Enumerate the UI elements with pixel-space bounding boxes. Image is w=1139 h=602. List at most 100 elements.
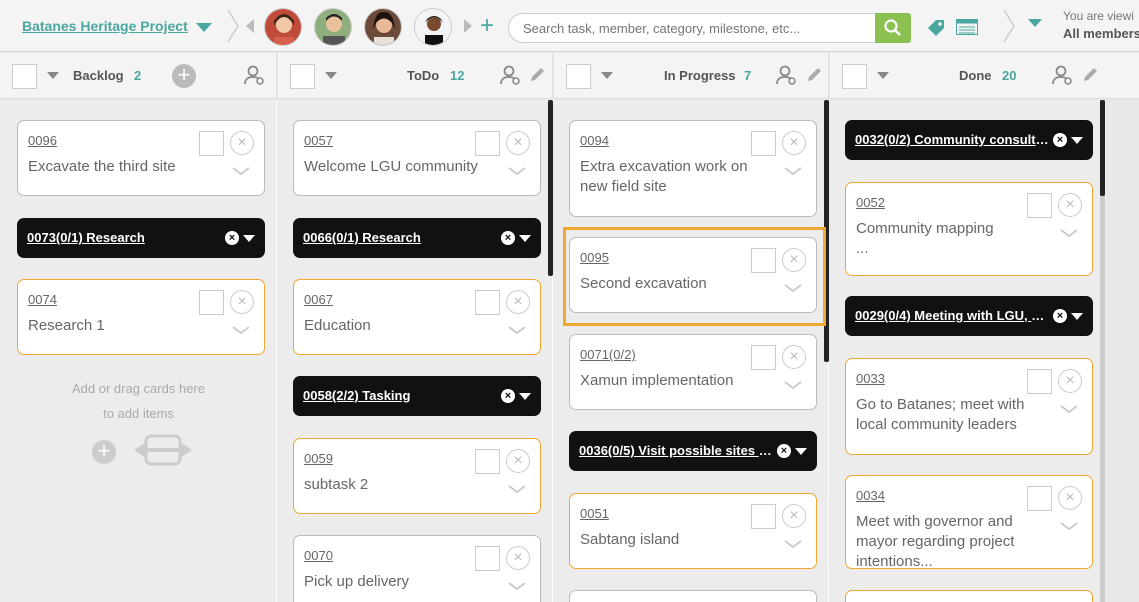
assign-user-icon[interactable] — [244, 64, 266, 91]
task-id-link[interactable]: 0057 — [304, 133, 333, 148]
task-card[interactable]: 0059 subtask 2 × — [293, 438, 541, 514]
project-title-link[interactable]: Batanes Heritage Project — [22, 18, 188, 34]
select-all-checkbox[interactable] — [290, 64, 315, 89]
column-menu-caret-icon[interactable] — [47, 72, 59, 79]
task-checkbox[interactable] — [751, 345, 776, 370]
chevron-down-icon[interactable] — [508, 481, 526, 499]
task-id-link[interactable]: 0071(0/2) — [580, 347, 636, 362]
remove-group-icon[interactable]: × — [777, 444, 791, 458]
edit-pencil-icon[interactable] — [528, 66, 546, 89]
task-card[interactable] — [569, 590, 817, 602]
members-scroll-right-icon[interactable] — [464, 19, 472, 33]
remove-card-icon[interactable]: × — [1058, 369, 1082, 393]
chevron-down-icon[interactable] — [232, 163, 250, 181]
remove-card-icon[interactable]: × — [506, 546, 530, 570]
chevron-down-icon[interactable] — [784, 163, 802, 181]
task-id-link[interactable]: 0051 — [580, 506, 609, 521]
column-scrollbar[interactable] — [1100, 100, 1105, 196]
task-checkbox[interactable] — [751, 504, 776, 529]
group-expand-caret-icon[interactable] — [519, 393, 531, 400]
task-card[interactable]: 0096 Excavate the third site × — [17, 120, 265, 196]
remove-card-icon[interactable]: × — [230, 131, 254, 155]
task-group-header[interactable]: 0066(0/1) Research × — [293, 218, 541, 258]
task-card[interactable]: 0034 Meet with governor and mayor regard… — [845, 475, 1093, 570]
task-id-link[interactable]: 0096 — [28, 133, 57, 148]
select-all-checkbox[interactable] — [842, 64, 867, 89]
column-menu-caret-icon[interactable] — [325, 72, 337, 79]
project-dropdown-caret-icon[interactable] — [196, 23, 212, 32]
task-checkbox[interactable] — [475, 449, 500, 474]
remove-group-icon[interactable]: × — [1053, 309, 1067, 323]
add-card-button[interactable]: + — [92, 440, 116, 464]
task-group-header[interactable]: 0073(0/1) Research × — [17, 218, 265, 258]
group-expand-caret-icon[interactable] — [243, 235, 255, 242]
chevron-down-icon[interactable] — [784, 377, 802, 395]
task-checkbox[interactable] — [475, 546, 500, 571]
task-checkbox[interactable] — [475, 290, 500, 315]
task-card[interactable] — [845, 590, 1093, 602]
task-id-link[interactable]: 0070 — [304, 548, 333, 563]
chevron-down-icon[interactable] — [232, 322, 250, 340]
group-expand-caret-icon[interactable] — [519, 235, 531, 242]
task-card[interactable]: 0071(0/2) Xamun implementation × — [569, 334, 817, 410]
group-title-link[interactable]: 0066(0/1) Research — [303, 230, 421, 245]
remove-group-icon[interactable]: × — [225, 231, 239, 245]
remove-card-icon[interactable]: × — [782, 504, 806, 528]
select-all-checkbox[interactable] — [12, 64, 37, 89]
task-id-link[interactable]: 0034 — [856, 488, 885, 503]
search-button[interactable] — [875, 13, 911, 43]
task-id-link[interactable]: 0052 — [856, 195, 885, 210]
assign-user-icon[interactable] — [776, 64, 798, 91]
members-scroll-left-icon[interactable] — [246, 19, 254, 33]
task-card[interactable]: 0067 Education × — [293, 279, 541, 355]
chevron-down-icon[interactable] — [1060, 518, 1078, 536]
task-checkbox[interactable] — [199, 290, 224, 315]
member-avatar[interactable] — [364, 8, 402, 46]
task-checkbox[interactable] — [1027, 369, 1052, 394]
task-id-link[interactable]: 0067 — [304, 292, 333, 307]
group-title-link[interactable]: 0073(0/1) Research — [27, 230, 145, 245]
group-expand-caret-icon[interactable] — [795, 448, 807, 455]
chevron-down-icon[interactable] — [508, 163, 526, 181]
viewing-members-value[interactable]: All members — [1063, 26, 1139, 41]
task-checkbox[interactable] — [199, 131, 224, 156]
group-title-link[interactable]: 0058(2/2) Tasking — [303, 388, 410, 403]
remove-card-icon[interactable]: × — [1058, 486, 1082, 510]
group-expand-caret-icon[interactable] — [1071, 313, 1083, 320]
chevron-down-icon[interactable] — [1060, 225, 1078, 243]
task-id-link[interactable]: 0033 — [856, 371, 885, 386]
task-checkbox[interactable] — [1027, 193, 1052, 218]
task-card[interactable]: 0057 Welcome LGU community × — [293, 120, 541, 196]
add-card-button[interactable]: + — [172, 64, 196, 88]
remove-group-icon[interactable]: × — [501, 231, 515, 245]
assign-user-icon[interactable] — [500, 64, 522, 91]
task-group-header[interactable]: 0029(0/4) Meeting with LGU, N... × — [845, 296, 1093, 336]
board-view-icon[interactable] — [956, 19, 978, 40]
task-id-link[interactable]: 0074 — [28, 292, 57, 307]
member-avatar[interactable] — [414, 8, 452, 46]
tag-icon[interactable] — [926, 18, 946, 43]
group-expand-caret-icon[interactable] — [1071, 137, 1083, 144]
task-card[interactable]: 0051 Sabtang island × — [569, 493, 817, 569]
group-title-link[interactable]: 0032(0/2) Community consultat... — [855, 132, 1051, 147]
task-id-link[interactable]: 0094 — [580, 133, 609, 148]
task-card[interactable]: 0094 Extra excavation work on new field … — [569, 120, 817, 217]
add-member-plus-icon[interactable]: + — [480, 14, 494, 38]
task-id-link[interactable]: 0059 — [304, 451, 333, 466]
column-scrollbar[interactable] — [548, 100, 553, 276]
task-card[interactable]: 0074 Research 1 × — [17, 279, 265, 355]
task-card[interactable]: 0070 Pick up delivery × — [293, 535, 541, 602]
task-group-header[interactable]: 0036(0/5) Visit possible sites fo... × — [569, 431, 817, 471]
viewing-dropdown-caret-icon[interactable] — [1028, 19, 1042, 27]
remove-card-icon[interactable]: × — [782, 131, 806, 155]
remove-group-icon[interactable]: × — [501, 389, 515, 403]
task-card[interactable]: 0033 Go to Batanes; meet with local comm… — [845, 358, 1093, 455]
task-checkbox[interactable] — [751, 131, 776, 156]
column-menu-caret-icon[interactable] — [877, 72, 889, 79]
assign-user-icon[interactable] — [1052, 64, 1074, 91]
remove-card-icon[interactable]: × — [230, 290, 254, 314]
task-checkbox[interactable] — [475, 131, 500, 156]
chevron-down-icon[interactable] — [784, 536, 802, 554]
chevron-down-icon[interactable] — [508, 322, 526, 340]
remove-card-icon[interactable]: × — [1058, 193, 1082, 217]
